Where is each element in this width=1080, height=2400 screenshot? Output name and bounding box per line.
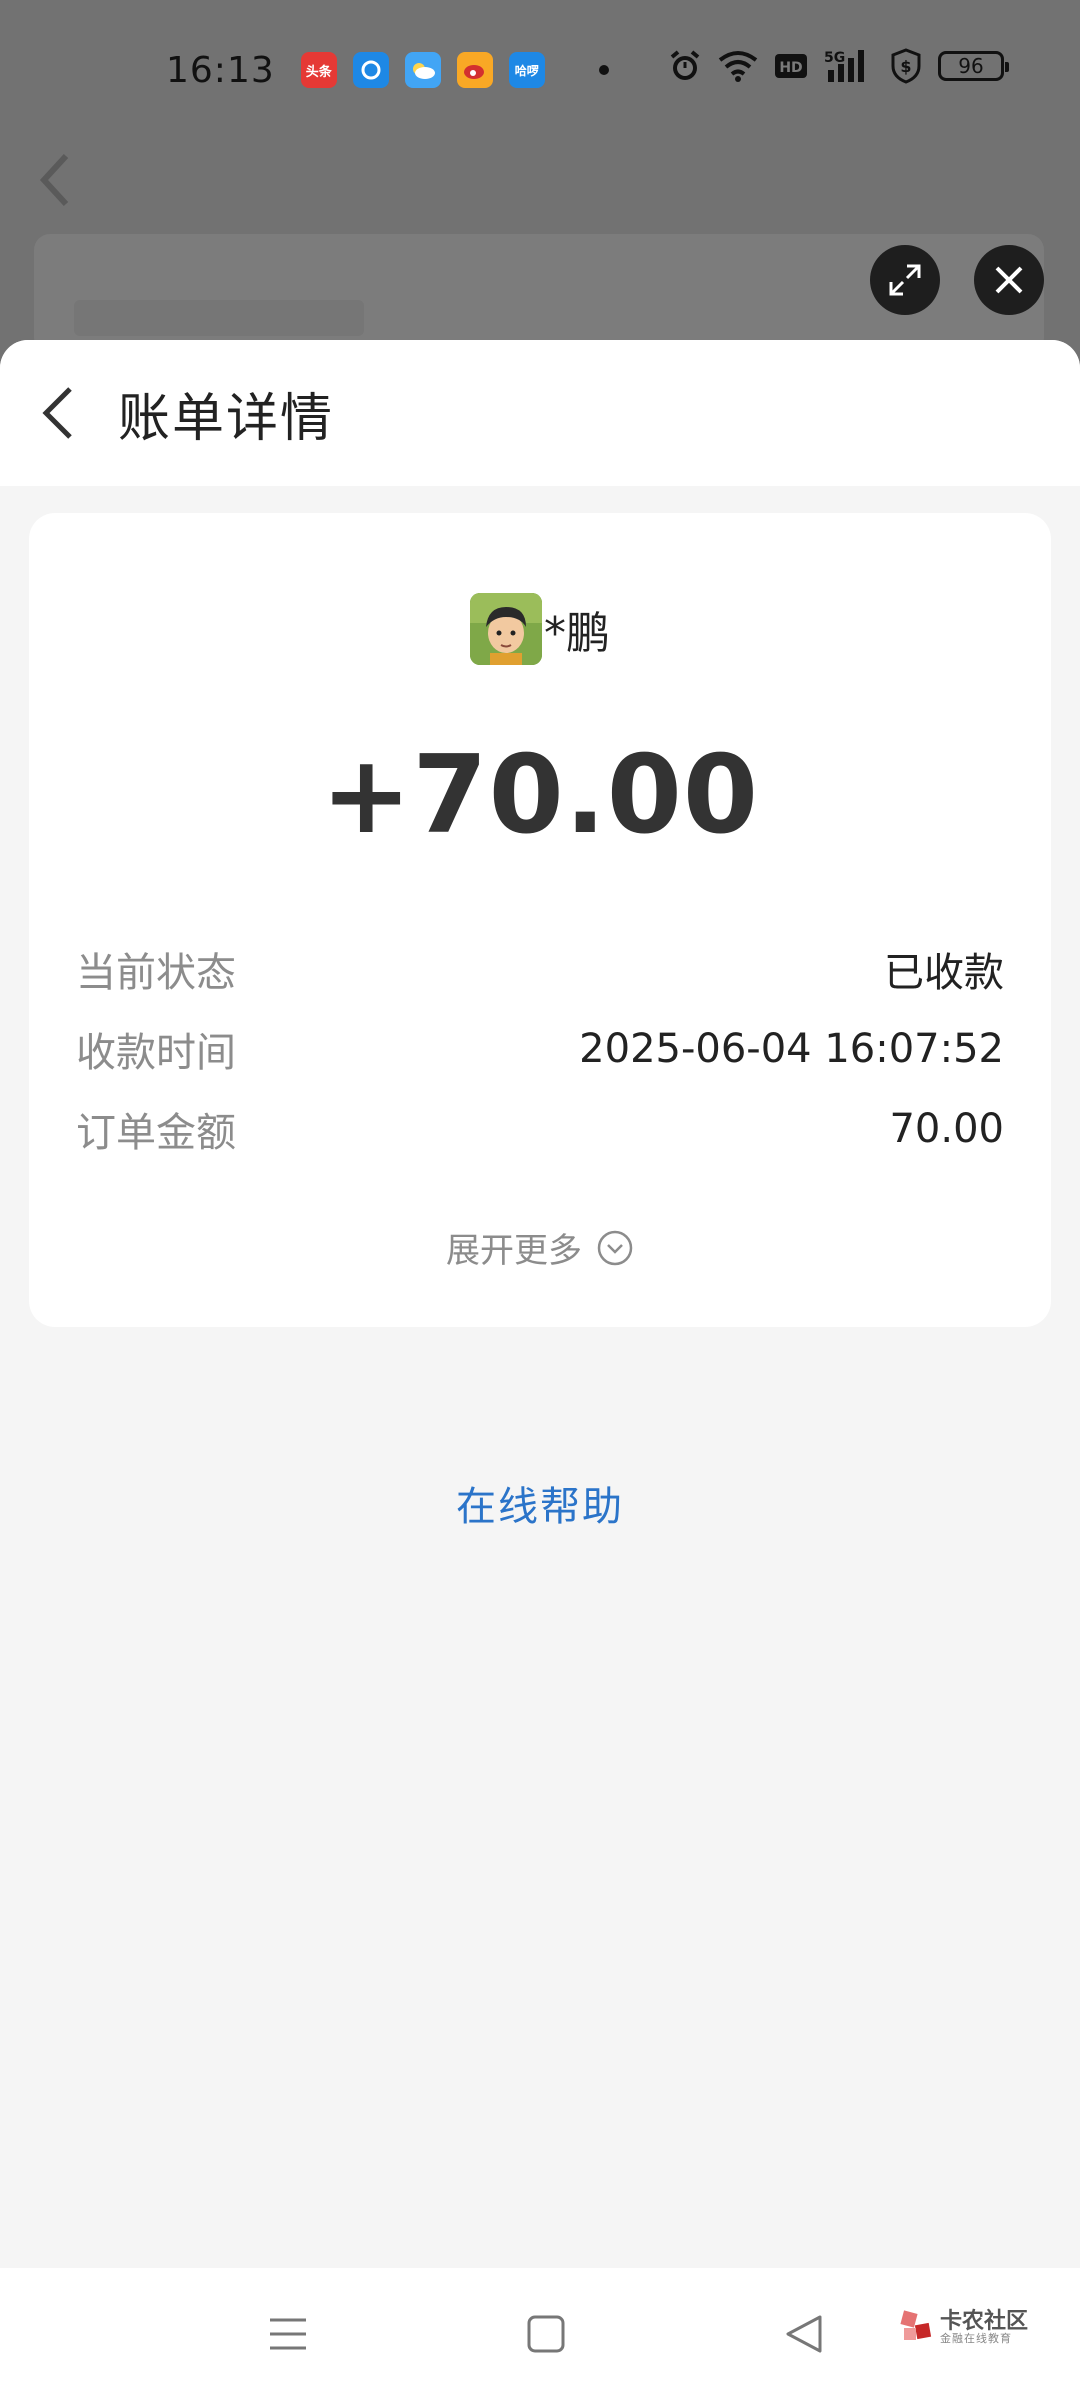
watermark-subtitle: 金融在线教育: [940, 2332, 1012, 2346]
chevron-down-icon: [597, 1230, 633, 1265]
wifi-icon: [718, 48, 758, 84]
bill-card: *鹏 +70.00 当前状态 已收款 收款时间 2025-06-04 16:07…: [29, 513, 1051, 1327]
payment-shield-icon: $: [890, 48, 922, 84]
avatar: [470, 593, 542, 665]
status-bar: 16:13 头条 哈啰 HD 5G $ 96: [0, 0, 1080, 140]
svg-text:HD: HD: [779, 60, 802, 76]
hello-app-icon: 哈啰: [508, 52, 545, 88]
expand-more-label: 展开更多: [446, 1231, 582, 1271]
toutiao-app-icon: 头条: [300, 52, 337, 88]
background-card-placeholder: [74, 300, 364, 336]
home-square-icon: [527, 2315, 565, 2353]
expand-more-button[interactable]: 展开更多: [29, 1223, 1051, 1272]
signal-5g-icon: 5G: [824, 48, 874, 84]
detail-label: 收款时间: [76, 1030, 236, 1076]
background-back-icon: [36, 150, 76, 210]
weather-app-icon: [404, 52, 441, 88]
battery-icon: 96: [938, 51, 1009, 81]
svg-text:5G: 5G: [824, 50, 845, 66]
svg-text:$: $: [900, 57, 911, 76]
status-right-icons: HD 5G $ 96: [668, 48, 1009, 84]
watermark-title: 卡农社区: [940, 2309, 1029, 2334]
bill-detail-sheet: 账单详情 *鹏 +70.00 当前状态 已收款 收款时间 2025-06-04 …: [0, 340, 1080, 2268]
back-triangle-icon: [786, 2315, 822, 2353]
detail-row-amount: 订单金额 70.00: [76, 1099, 1004, 1159]
detail-value: 已收款: [884, 950, 1004, 996]
expand-icon: [889, 264, 921, 296]
online-help-link[interactable]: 在线帮助: [0, 1474, 1080, 1532]
detail-row-time: 收款时间 2025-06-04 16:07:52: [76, 1019, 1004, 1079]
menu-icon: [270, 2318, 306, 2350]
hd-icon: HD: [774, 48, 808, 84]
close-button[interactable]: [974, 245, 1044, 315]
expand-fullscreen-button[interactable]: [870, 245, 940, 315]
home-button[interactable]: [526, 2312, 566, 2356]
page-title: 账单详情: [118, 388, 335, 449]
status-time: 16:13: [166, 49, 275, 91]
kanong-logo-icon: [900, 2310, 932, 2341]
detail-value: 2025-06-04 16:07:52: [579, 1026, 1004, 1072]
back-arrow-icon: [42, 387, 72, 439]
payer-info: *鹏: [29, 593, 1051, 665]
system-back-button[interactable]: [784, 2312, 824, 2356]
detail-label: 订单金额: [76, 1110, 236, 1156]
browser-app-icon: [352, 52, 389, 88]
recent-apps-button[interactable]: [268, 2312, 308, 2356]
detail-value: 70.00: [889, 1106, 1004, 1152]
weibo-app-icon: [456, 52, 493, 88]
watermark: 卡农社区 金融在线教育: [900, 2310, 1028, 2345]
back-button[interactable]: [38, 383, 78, 443]
detail-label: 当前状态: [76, 950, 236, 996]
more-notifications-dot: [598, 65, 609, 75]
alarm-icon: [668, 48, 702, 84]
close-icon: [995, 266, 1023, 294]
detail-row-status: 当前状态 已收款: [76, 939, 1004, 999]
payer-name: *鹏: [544, 608, 610, 659]
sheet-header: 账单详情: [0, 340, 1080, 486]
bill-amount: +70.00: [320, 733, 760, 858]
